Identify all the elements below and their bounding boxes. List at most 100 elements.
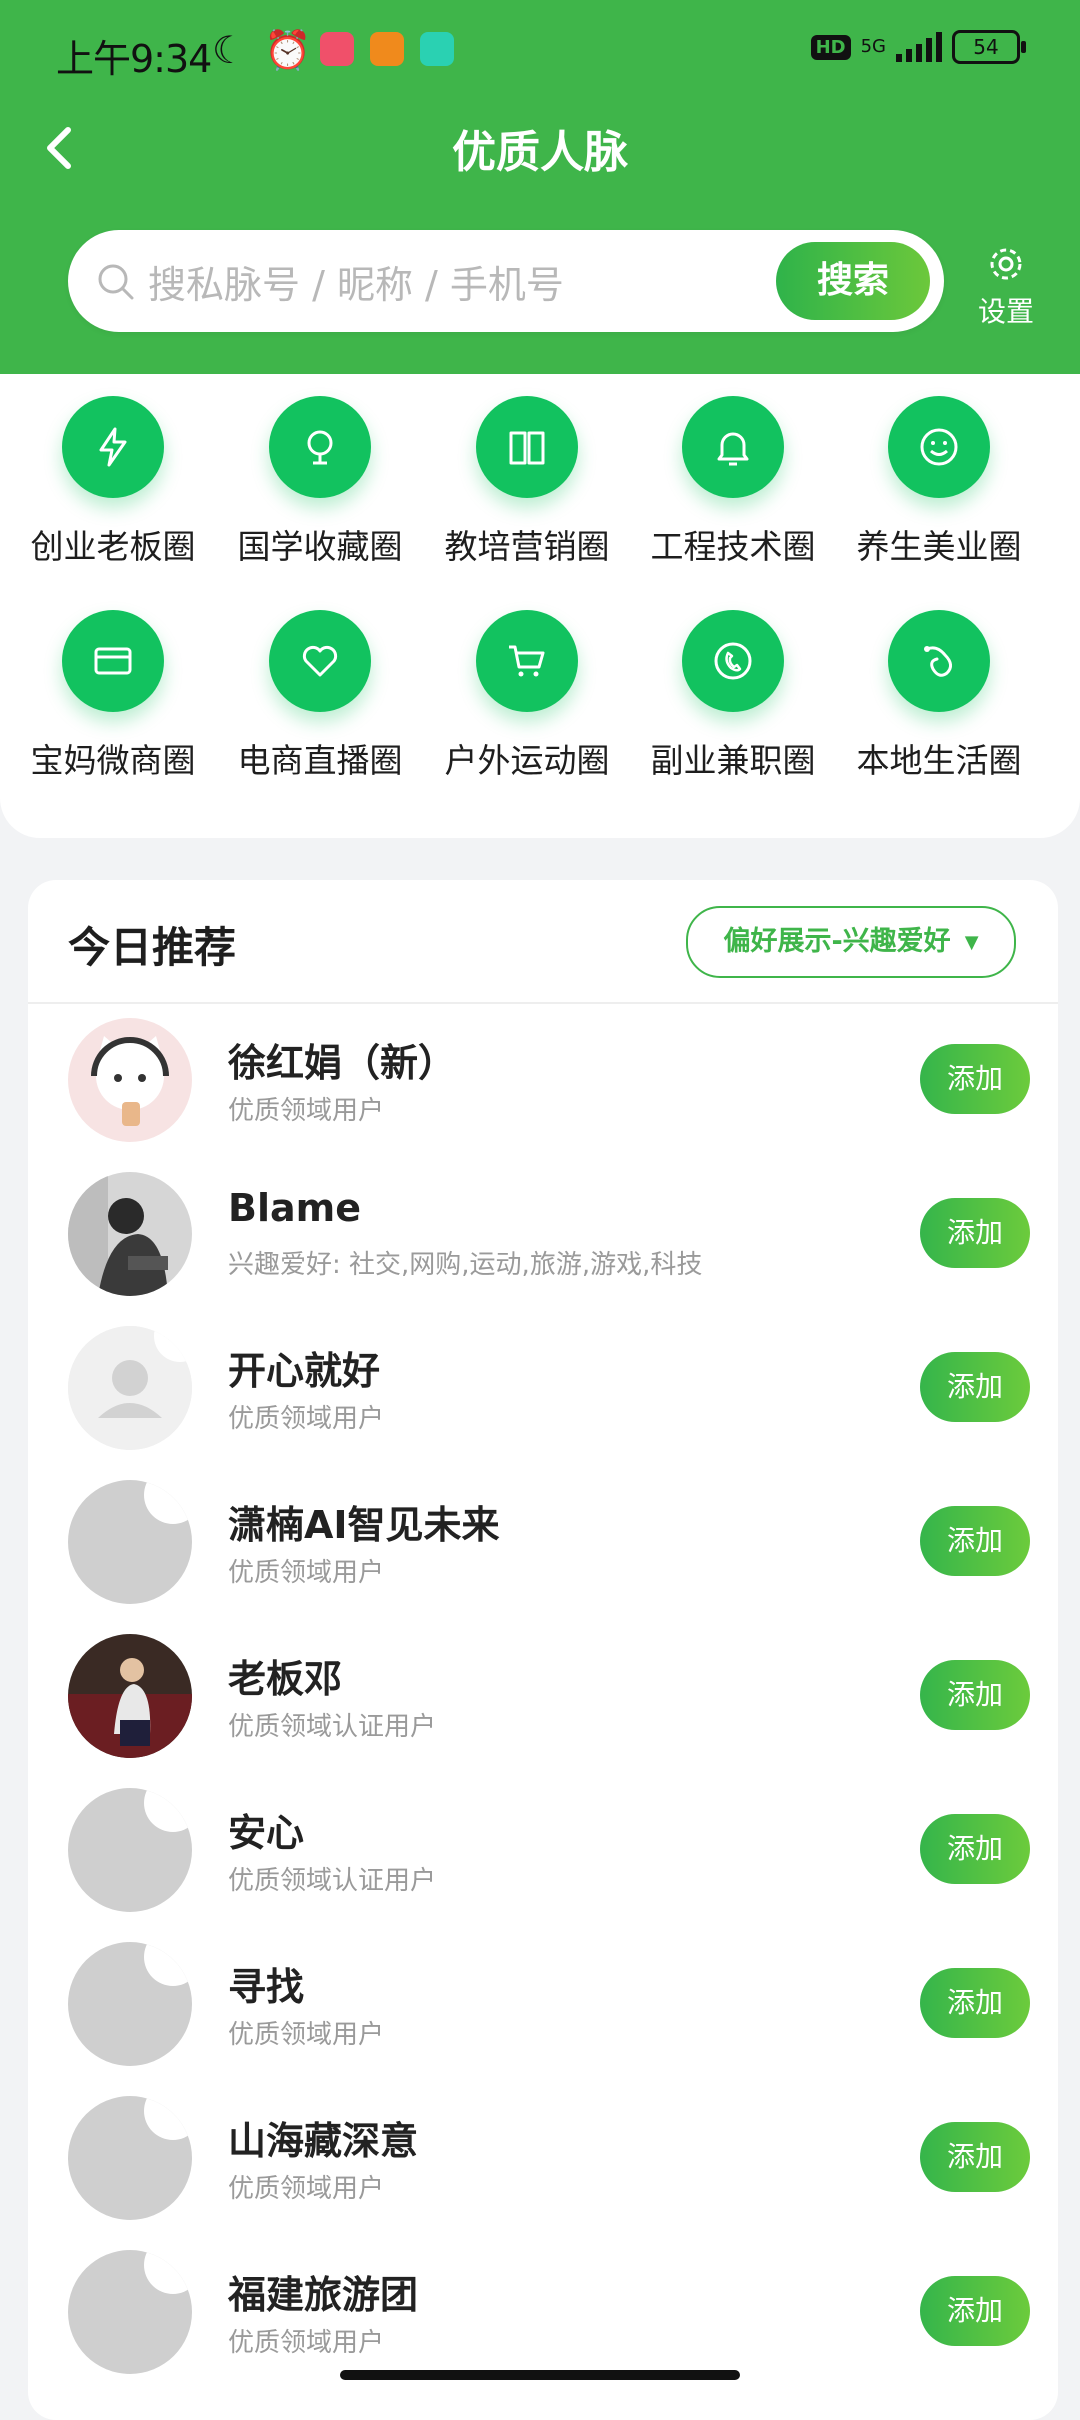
category-label: 宝妈微商圈 bbox=[30, 741, 196, 780]
user-desc: 优质领域用户 bbox=[228, 1404, 385, 1434]
divider bbox=[28, 1002, 1058, 1004]
status-right: HD 5G 54 bbox=[810, 30, 1026, 64]
category-label: 工程技术圈 bbox=[650, 527, 816, 566]
category-item[interactable]: 副业兼职圈 bbox=[630, 610, 836, 782]
avatar[interactable] bbox=[68, 1326, 192, 1450]
add-button[interactable]: 添加 bbox=[920, 1198, 1030, 1268]
add-button[interactable]: 添加 bbox=[920, 1814, 1030, 1884]
signal-icon bbox=[896, 32, 942, 62]
avatar[interactable] bbox=[68, 2096, 192, 2220]
category-item[interactable]: 户外运动圈 bbox=[424, 610, 630, 782]
avatar[interactable] bbox=[68, 1942, 192, 2066]
category-item[interactable]: 创业老板圈 bbox=[10, 396, 216, 568]
user-name: 开心就好 bbox=[228, 1349, 381, 1393]
category-label: 副业兼职圈 bbox=[650, 741, 816, 780]
user-name: 福建旅游团 bbox=[228, 2273, 419, 2317]
list-item[interactable]: 徐红娟（新） 优质领域用户 添加 bbox=[28, 1018, 1058, 1172]
heart-icon bbox=[269, 610, 371, 712]
app-notification-icon bbox=[420, 32, 454, 66]
gear-icon bbox=[990, 248, 1022, 280]
list-item[interactable]: 山海藏深意 优质领域用户 添加 bbox=[28, 2096, 1058, 2250]
list-item[interactable]: 开心就好 优质领域用户 添加 bbox=[28, 1326, 1058, 1480]
user-name: 徐红娟（新） bbox=[228, 1041, 457, 1085]
category-label: 教培营销圈 bbox=[444, 527, 610, 566]
add-button[interactable]: 添加 bbox=[920, 2122, 1030, 2192]
search-bar[interactable]: 搜私脉号 / 昵称 / 手机号 搜索 bbox=[68, 230, 944, 332]
list-item[interactable]: 潇楠AI智见未来 优质领域用户 添加 bbox=[28, 1480, 1058, 1634]
user-desc: 优质领域用户 bbox=[228, 2328, 385, 2358]
recommend-card: 今日推荐 偏好展示-兴趣爱好 ▼ 徐红娟（新） 优质领域用户 添加 Blame … bbox=[28, 880, 1058, 2420]
search-icon bbox=[98, 264, 134, 300]
avatar[interactable] bbox=[68, 1788, 192, 1912]
user-desc: 优质领域认证用户 bbox=[228, 1712, 437, 1742]
caret-down-icon: ▼ bbox=[964, 931, 979, 953]
hd-icon: HD bbox=[810, 34, 851, 60]
search-button[interactable]: 搜索 bbox=[776, 242, 930, 320]
category-label: 户外运动圈 bbox=[444, 741, 610, 780]
user-desc: 优质领域认证用户 bbox=[228, 1866, 437, 1896]
user-desc: 优质领域用户 bbox=[228, 2020, 385, 2050]
category-item[interactable]: 国学收藏圈 bbox=[217, 396, 423, 568]
battery-icon: 54 bbox=[952, 30, 1026, 64]
alarm-icon: ⏰ bbox=[264, 28, 312, 72]
user-name: Blame bbox=[228, 1186, 361, 1230]
search-input[interactable]: 搜私脉号 / 昵称 / 手机号 bbox=[148, 254, 564, 309]
list-item[interactable]: 福建旅游团 优质领域用户 添加 bbox=[28, 2250, 1058, 2404]
add-button[interactable]: 添加 bbox=[920, 1044, 1030, 1114]
settings-button[interactable]: 设置 bbox=[970, 244, 1042, 330]
user-name: 寻找 bbox=[228, 1965, 305, 2009]
network-label: 5G bbox=[860, 36, 886, 57]
avatar[interactable] bbox=[68, 1172, 192, 1296]
category-label: 国学收藏圈 bbox=[237, 527, 403, 566]
add-button[interactable]: 添加 bbox=[920, 1660, 1030, 1730]
lightning-icon bbox=[62, 396, 164, 498]
add-button[interactable]: 添加 bbox=[920, 1506, 1030, 1576]
user-name: 山海藏深意 bbox=[228, 2119, 419, 2163]
category-item[interactable]: 宝妈微商圈 bbox=[10, 610, 216, 782]
category-item[interactable]: 工程技术圈 bbox=[630, 396, 836, 568]
category-item[interactable]: 电商直播圈 bbox=[217, 610, 423, 782]
avatar[interactable] bbox=[68, 1018, 192, 1142]
category-label: 创业老板圈 bbox=[30, 527, 196, 566]
list-item[interactable]: Blame 兴趣爱好: 社交,网购,运动,旅游,游戏,科技 添加 bbox=[28, 1172, 1058, 1326]
moon-icon: ☾ bbox=[212, 28, 247, 72]
user-desc: 优质领域用户 bbox=[228, 1096, 385, 1126]
category-item[interactable]: 教培营销圈 bbox=[424, 396, 630, 568]
app-notification-icon bbox=[370, 32, 404, 66]
category-label: 电商直播圈 bbox=[237, 741, 403, 780]
lasso-icon bbox=[888, 610, 990, 712]
preference-dropdown[interactable]: 偏好展示-兴趣爱好 ▼ bbox=[686, 906, 1016, 978]
phone-icon bbox=[682, 610, 784, 712]
avatar[interactable] bbox=[68, 1480, 192, 1604]
cart-icon bbox=[476, 610, 578, 712]
category-item[interactable]: 养生美业圈 bbox=[836, 396, 1042, 568]
category-grid: 创业老板圈 国学收藏圈 教培营销圈 工程技术圈 养生美业圈 宝妈微商圈 电商直播… bbox=[0, 374, 1080, 838]
user-desc: 兴趣爱好: 社交,网购,运动,旅游,游戏,科技 bbox=[228, 1250, 703, 1280]
category-label: 本地生活圈 bbox=[856, 741, 1022, 780]
user-name: 潇楠AI智见未来 bbox=[228, 1503, 500, 1547]
status-bar: 上午9:34 ☾ ⏰ HD 5G 54 bbox=[0, 0, 1080, 104]
add-button[interactable]: 添加 bbox=[920, 1968, 1030, 2038]
add-button[interactable]: 添加 bbox=[920, 2276, 1030, 2346]
smile-icon bbox=[888, 396, 990, 498]
status-time: 上午9:34 bbox=[56, 37, 212, 81]
list-item[interactable]: 安心 优质领域认证用户 添加 bbox=[28, 1788, 1058, 1942]
book-icon bbox=[476, 396, 578, 498]
preference-label: 偏好展示-兴趣爱好 bbox=[723, 926, 951, 957]
avatar[interactable] bbox=[68, 1634, 192, 1758]
section-title: 今日推荐 bbox=[68, 923, 237, 972]
settings-label: 设置 bbox=[977, 295, 1034, 328]
avatar[interactable] bbox=[68, 2250, 192, 2374]
user-name: 老板邓 bbox=[228, 1657, 343, 1701]
card-icon bbox=[62, 610, 164, 712]
category-item[interactable]: 本地生活圈 bbox=[836, 610, 1042, 782]
user-desc: 优质领域用户 bbox=[228, 1558, 385, 1588]
list-item[interactable]: 寻找 优质领域用户 添加 bbox=[28, 1942, 1058, 2096]
add-button[interactable]: 添加 bbox=[920, 1352, 1030, 1422]
bulb-icon bbox=[269, 396, 371, 498]
bell-icon bbox=[682, 396, 784, 498]
category-label: 养生美业圈 bbox=[856, 527, 1022, 566]
home-indicator[interactable] bbox=[340, 2370, 740, 2380]
app-notification-icon bbox=[320, 32, 354, 66]
list-item[interactable]: 老板邓 优质领域认证用户 添加 bbox=[28, 1634, 1058, 1788]
